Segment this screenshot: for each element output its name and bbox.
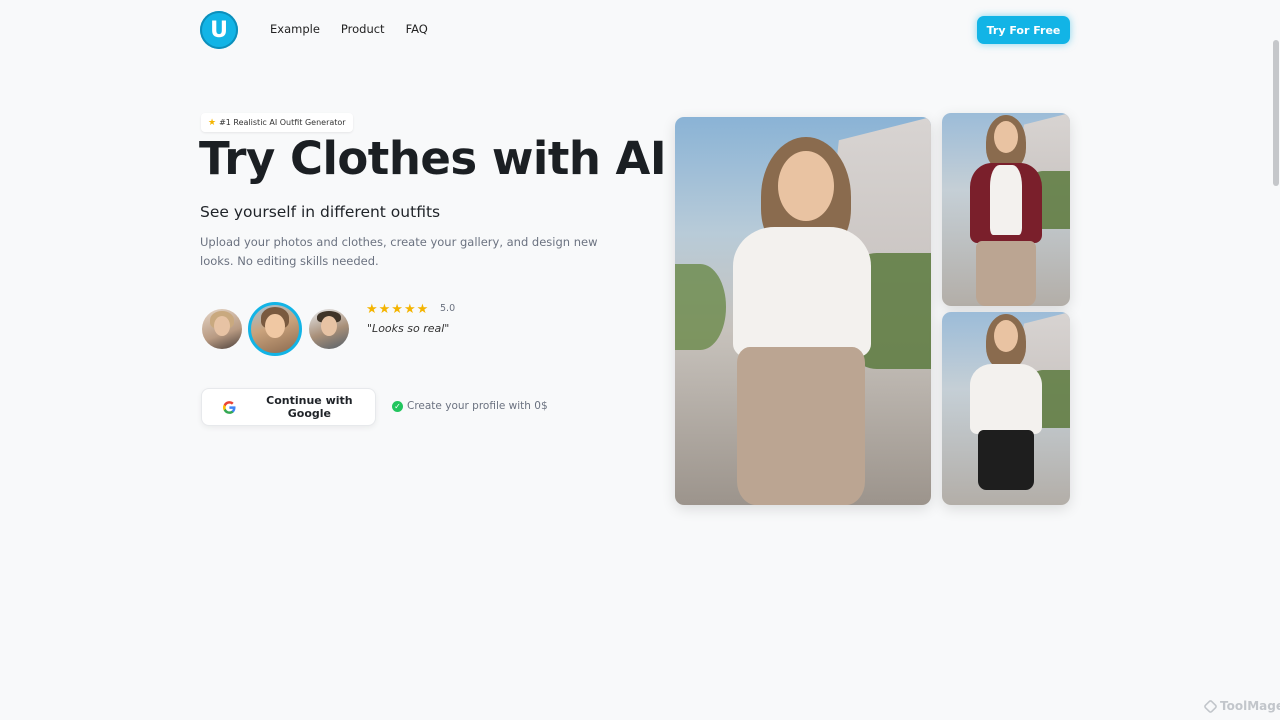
free-profile-note: ✓ Create your profile with 0$	[392, 400, 548, 412]
avatar-highlighted	[248, 302, 302, 356]
nav-link-faq[interactable]: FAQ	[406, 22, 428, 36]
outfit-photo-cardigan	[942, 113, 1070, 306]
hero-description: Upload your photos and clothes, create y…	[200, 235, 598, 268]
outfit-photo-skirt	[942, 312, 1070, 505]
logo-letter: U	[210, 17, 228, 43]
rating-stars: ★★★★★	[366, 302, 430, 317]
free-note-text: Create your profile with 0$	[407, 400, 548, 412]
page-title: Try Clothes with AI	[199, 132, 667, 185]
avatar	[309, 309, 349, 349]
scrollbar[interactable]	[1273, 40, 1279, 186]
outfit-photo-main	[675, 117, 931, 505]
logo[interactable]: U	[200, 11, 238, 49]
try-for-free-button[interactable]: Try For Free	[977, 16, 1070, 44]
continue-with-google-button[interactable]: Continue with Google	[201, 388, 376, 426]
hero-badge: ★ #1 Realistic AI Outfit Generator	[201, 113, 353, 132]
nav-link-product[interactable]: Product	[341, 22, 385, 36]
star-icon: ★	[208, 117, 217, 128]
check-circle-icon: ✓	[392, 400, 403, 412]
google-icon	[223, 400, 236, 414]
rating-value: 5.0	[440, 303, 456, 314]
avatar	[202, 309, 242, 349]
main-nav: Example Product FAQ	[270, 22, 428, 36]
nav-link-example[interactable]: Example	[270, 22, 320, 36]
testimonial-quote: "Looks so real"	[367, 322, 450, 335]
google-button-label: Continue with Google	[266, 394, 353, 420]
watermark: ToolMage	[1203, 698, 1280, 714]
watermark-text: ToolMage	[1220, 699, 1280, 713]
hero-subtitle: See yourself in different outfits	[200, 203, 441, 221]
toolmage-logo-icon	[1203, 698, 1218, 714]
badge-text: #1 Realistic AI Outfit Generator	[219, 118, 346, 127]
